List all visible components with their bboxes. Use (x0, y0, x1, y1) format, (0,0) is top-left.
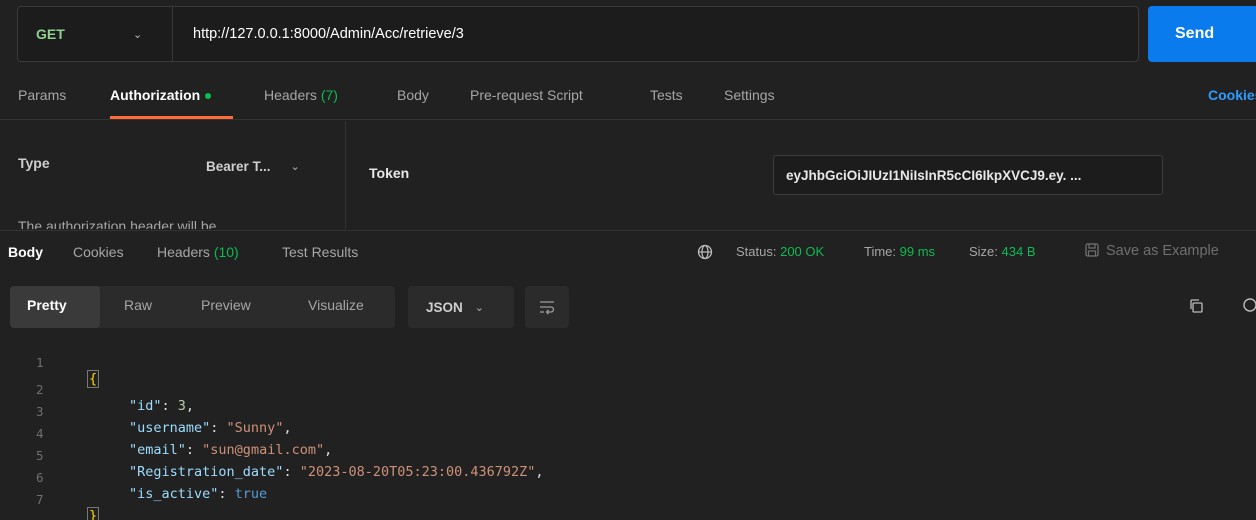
request-url-bar: GET ⌄ http://127.0.0.1:8000/Admin/Acc/re… (17, 6, 1139, 62)
pretty-button[interactable]: Pretty (27, 297, 67, 313)
line-number: 7 (36, 492, 44, 507)
close-brace: } (87, 507, 100, 520)
type-label: Type (18, 155, 50, 171)
format-value: JSON (426, 299, 463, 315)
tab-authorization[interactable]: Authorization (110, 87, 212, 103)
status-value: 200 OK (780, 244, 825, 259)
tab-headers[interactable]: Headers (7) (264, 87, 338, 103)
response-tab-headers[interactable]: Headers (10) (157, 244, 239, 260)
authorization-panel: Type Bearer T... ⌄ The authorization hea… (0, 121, 1256, 229)
code-line: 3 "username": "Sunny", (36, 404, 292, 436)
search-icon[interactable] (1240, 297, 1256, 318)
preview-button[interactable]: Preview (201, 297, 251, 313)
token-input[interactable]: eyJhbGciOiJIUzI1NiIsInR5cCI6IkpXVCJ9.ey.… (773, 155, 1163, 195)
response-tab-body[interactable]: Body (8, 244, 43, 260)
size-readout[interactable]: Size: 434 B (969, 244, 1036, 259)
headers-count: (7) (320, 87, 338, 103)
visualize-button[interactable]: Visualize (308, 297, 364, 313)
tab-params[interactable]: Params (18, 87, 66, 103)
auth-description: The authorization header will be (18, 218, 217, 229)
status-label: Status: (736, 244, 777, 259)
time-readout[interactable]: Time: 99 ms (864, 244, 935, 259)
auth-type-value: Bearer T... (206, 158, 271, 174)
token-label: Token (369, 165, 410, 181)
response-tab-cookies[interactable]: Cookies (73, 244, 124, 260)
tab-tests[interactable]: Tests (650, 87, 683, 103)
code-line: 5 "Registration_date": "2023-08-20T05:23… (36, 448, 544, 480)
tab-settings[interactable]: Settings (724, 87, 775, 103)
response-headers-label: Headers (157, 244, 210, 260)
method-select[interactable]: GET ⌄ (18, 7, 173, 61)
code-line: 7 } (0, 476, 1256, 520)
auth-type-panel: Type Bearer T... ⌄ The authorization hea… (0, 121, 346, 229)
response-toolbar: Pretty Raw Preview Visualize JSON ⌄ (0, 285, 1256, 329)
active-dot-icon (205, 93, 212, 100)
code-line: 6 "is_active": true (36, 470, 268, 502)
response-headers-count: (10) (213, 244, 239, 260)
code-line: 1 { (0, 339, 1256, 388)
tab-prerequest-script[interactable]: Pre-request Script (470, 87, 583, 103)
response-tab-test-results[interactable]: Test Results (282, 244, 358, 260)
format-select[interactable]: JSON ⌄ (408, 286, 514, 328)
raw-button[interactable]: Raw (124, 297, 152, 313)
wrap-icon (540, 301, 555, 315)
save-as-example-label: Save as Example (1106, 243, 1219, 259)
auth-type-select[interactable]: Bearer T... ⌄ (183, 148, 328, 184)
save-as-example-button[interactable]: Save as Example (1084, 242, 1219, 259)
tab-authorization-label: Authorization (110, 87, 201, 103)
size-label: Size: (969, 244, 998, 259)
chevron-down-icon: ⌄ (133, 28, 143, 41)
response-body-editor[interactable]: 1 { 2 "id": 3, 3 "username": "Sunny", 4 … (0, 336, 1256, 520)
url-input[interactable]: http://127.0.0.1:8000/Admin/Acc/retrieve… (173, 26, 464, 42)
send-button[interactable]: Send (1148, 6, 1256, 62)
code-line: 4 "email": "sun@gmail.com", (36, 426, 333, 458)
method-label: GET (36, 26, 65, 42)
size-value: 434 B (1001, 244, 1036, 259)
wrap-lines-button[interactable] (525, 286, 569, 328)
request-tabs: Params Authorization Headers (7) Body Pr… (0, 74, 1256, 120)
copy-icon[interactable] (1188, 298, 1204, 317)
code-line: 2 "id": 3, (36, 382, 195, 414)
active-tab-underline (110, 116, 233, 119)
tab-body[interactable]: Body (397, 87, 429, 103)
status-readout[interactable]: Status: 200 OK (736, 244, 824, 259)
tab-headers-label: Headers (264, 87, 317, 103)
globe-icon[interactable] (697, 244, 713, 264)
time-label: Time: (864, 244, 897, 259)
response-header-bar: Body Cookies Headers (10) Test Results S… (0, 230, 1256, 272)
cookies-link[interactable]: Cookies (1208, 87, 1256, 103)
chevron-down-icon: ⌄ (290, 160, 300, 173)
chevron-down-icon: ⌄ (474, 301, 484, 314)
save-icon (1085, 243, 1099, 257)
time-value: 99 ms (899, 244, 936, 259)
